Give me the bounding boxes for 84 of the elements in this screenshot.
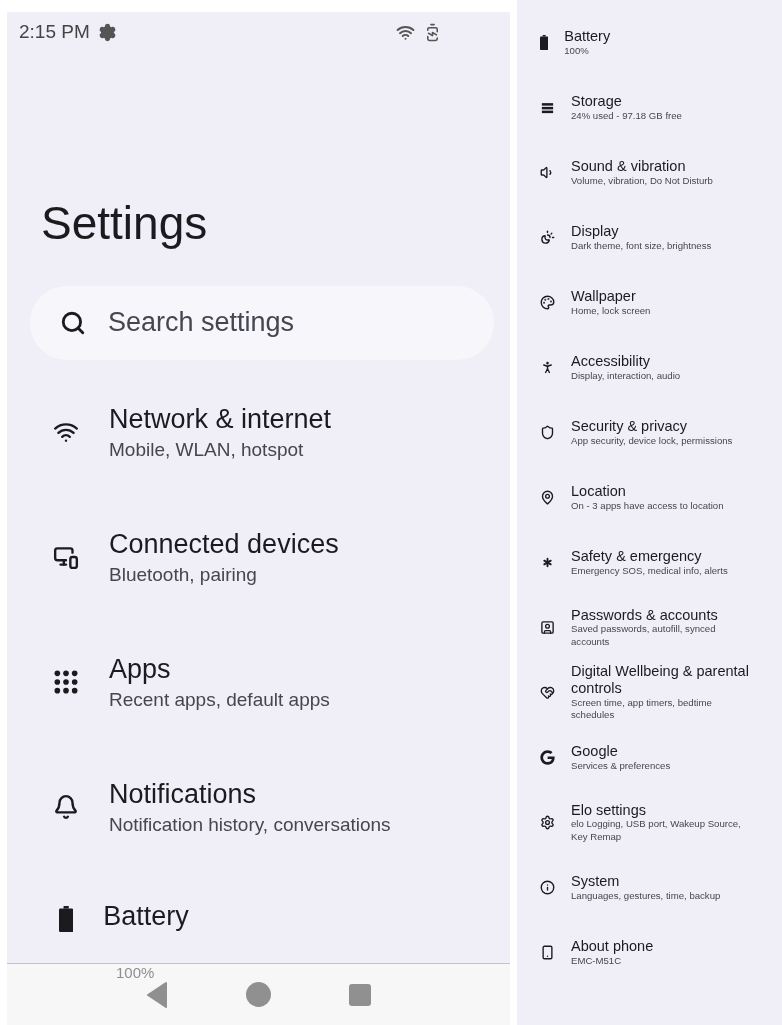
settings-item[interactable]: Battery bbox=[7, 869, 510, 932]
item-title: Battery bbox=[564, 27, 612, 45]
shield-icon bbox=[540, 425, 555, 440]
item-title: Passwords & accounts bbox=[571, 606, 719, 624]
dot-grid-icon bbox=[53, 669, 79, 696]
settings-item[interactable]: Battery 100% bbox=[517, 10, 782, 75]
item-subtitle: Volume, vibration, Do Not Disturb bbox=[571, 174, 714, 188]
item-title: Storage bbox=[571, 92, 623, 110]
item-subtitle: elo Logging, USB port, Wakeup Source, Key Remap bbox=[571, 818, 742, 844]
item-title: Wallpaper bbox=[571, 287, 637, 305]
search-field[interactable]: Search settings bbox=[30, 285, 494, 360]
item-title: Display bbox=[571, 222, 620, 240]
item-subtitle: Recent apps, default apps bbox=[109, 688, 330, 711]
item-title: Security & privacy bbox=[571, 417, 689, 435]
item-title: Network & internet bbox=[109, 403, 332, 435]
item-title: Sound & vibration bbox=[571, 157, 687, 175]
item-title: Safety & emergency bbox=[571, 547, 703, 565]
item-title: Battery bbox=[103, 900, 189, 932]
settings-item[interactable]: Elo settings elo Logging, USB port, Wakeup Source, Key Remap bbox=[517, 790, 782, 855]
settings-item[interactable]: Security & privacy App security, device lock, permissions bbox=[517, 400, 782, 465]
brightness-icon bbox=[540, 230, 555, 245]
item-subtitle: Screen time, app timers, bedtime schedules bbox=[571, 696, 713, 722]
item-title: Elo settings bbox=[571, 801, 647, 819]
item-subtitle: Saved passwords, autofill, synced accounts bbox=[571, 623, 717, 649]
battery-icon bbox=[540, 35, 549, 50]
item-subtitle: App security, device lock, permissions bbox=[571, 434, 734, 448]
devices-icon bbox=[53, 544, 79, 571]
item-subtitle: 24% used - 97.18 GB free bbox=[571, 109, 683, 123]
item-title: Digital Wellbeing & parental controls bbox=[571, 663, 750, 697]
person-icon bbox=[540, 360, 555, 375]
settings-item[interactable]: Storage 24% used - 97.18 GB free bbox=[517, 75, 782, 140]
settings-item[interactable]: Google Services & preferences bbox=[517, 725, 782, 790]
phone-icon bbox=[540, 945, 555, 960]
settings-item[interactable]: Notifications Notification history, conversations bbox=[7, 744, 510, 870]
settings-item[interactable]: Accessibility Display, interaction, audio bbox=[517, 335, 782, 400]
settings-item[interactable]: Network & internet Mobile, WLAN, hotspot bbox=[7, 369, 510, 495]
item-subtitle: Languages, gestures, time, backup bbox=[571, 889, 722, 903]
item-title: Notifications bbox=[109, 778, 258, 810]
settings-item[interactable]: Connected devices Bluetooth, pairing bbox=[7, 494, 510, 620]
battery-icon bbox=[59, 905, 74, 932]
item-title: Location bbox=[571, 482, 627, 500]
settings-item[interactable]: Passwords & accounts Saved passwords, autofill, synced accounts bbox=[517, 595, 782, 660]
settings-item[interactable]: Display Dark theme, font size, brightness bbox=[517, 205, 782, 270]
home-button[interactable] bbox=[246, 982, 271, 1007]
settings-item[interactable]: Digital Wellbeing & parental controls Screen time, app timers, bedtime schedules bbox=[517, 660, 782, 725]
recents-button[interactable] bbox=[349, 983, 371, 1006]
item-title: Accessibility bbox=[571, 352, 651, 370]
item-subtitle: Notification history, conversations bbox=[109, 813, 391, 836]
settings-item[interactable]: Safety & emergency Emergency SOS, medical info, alerts bbox=[517, 530, 782, 595]
item-title: System bbox=[571, 872, 621, 890]
item-title: Google bbox=[571, 742, 619, 760]
item-subtitle: 100% bbox=[116, 965, 155, 980]
settings-item[interactable]: Apps Recent apps, default apps bbox=[7, 619, 510, 745]
item-subtitle: 100% bbox=[564, 44, 590, 58]
item-subtitle: Mobile, WLAN, hotspot bbox=[109, 438, 305, 461]
item-subtitle: Display, interaction, audio bbox=[571, 369, 682, 383]
item-title: About phone bbox=[571, 937, 655, 955]
item-subtitle: Home, lock screen bbox=[571, 304, 652, 318]
item-subtitle: Dark theme, font size, brightness bbox=[571, 239, 713, 253]
palette-icon bbox=[540, 295, 555, 310]
settings-item[interactable]: Wallpaper Home, lock screen bbox=[517, 270, 782, 335]
item-title: Connected devices bbox=[109, 528, 339, 560]
location-pin-icon bbox=[540, 490, 555, 505]
settings-item[interactable]: Sound & vibration Volume, vibration, Do Not Disturb bbox=[517, 140, 782, 205]
asterisk-icon bbox=[540, 555, 555, 570]
bell-icon bbox=[53, 794, 79, 821]
account-icon bbox=[540, 620, 555, 635]
info-icon bbox=[540, 880, 555, 895]
item-subtitle: Services & preferences bbox=[571, 759, 672, 773]
settings-item[interactable]: About phone EMC-M51C bbox=[517, 920, 782, 985]
back-button[interactable] bbox=[146, 981, 168, 1008]
settings-item[interactable]: System Languages, gestures, time, backup bbox=[517, 855, 782, 920]
item-subtitle: EMC-M51C bbox=[571, 954, 623, 968]
item-subtitle: Bluetooth, pairing bbox=[109, 563, 258, 586]
item-subtitle: Emergency SOS, medical info, alerts bbox=[571, 564, 729, 578]
item-title: Apps bbox=[109, 653, 172, 685]
status-time: 2:15 PM bbox=[19, 21, 90, 43]
storage-icon bbox=[540, 100, 555, 115]
google-logo-icon bbox=[540, 750, 555, 765]
search-icon bbox=[60, 309, 86, 336]
item-subtitle: On - 3 apps have access to location bbox=[571, 499, 725, 513]
settings-item[interactable]: Location On - 3 apps have access to location bbox=[517, 465, 782, 530]
page-title: Settings bbox=[41, 198, 209, 249]
search-placeholder: Search settings bbox=[108, 307, 295, 339]
